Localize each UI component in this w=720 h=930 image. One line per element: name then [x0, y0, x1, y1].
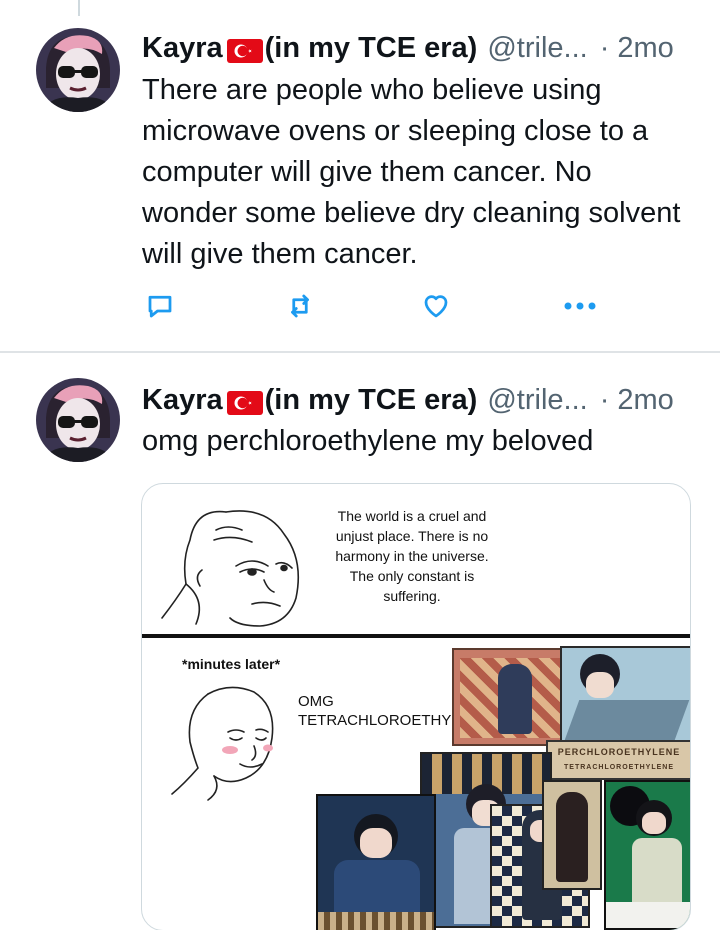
tweet-text: omg perchloroethylene my beloved [142, 425, 594, 457]
display-name[interactable]: Kayra (in my TCE era) [142, 382, 477, 418]
user-handle[interactable]: @trile... [487, 30, 587, 66]
collage-art-7 [604, 780, 690, 930]
turkey-flag-icon [226, 36, 263, 63]
tweet-media-image[interactable]: The world is a cruel and unjust place. T… [141, 483, 691, 930]
retweet-icon[interactable] [280, 286, 320, 326]
collage-art-4 [316, 794, 436, 930]
timestamp[interactable]: 2mo [617, 382, 673, 418]
meme-minutes-later: *minutes later* [182, 656, 281, 672]
avatar[interactable] [36, 378, 120, 462]
meme-divider [142, 634, 690, 638]
sad-wojak-drawing [161, 510, 300, 627]
collage-art-6 [542, 780, 602, 890]
like-icon[interactable] [416, 286, 456, 326]
avatar[interactable] [36, 28, 120, 112]
tweet-header: Kayra (in my TCE era) @trile... · 2mo [142, 382, 696, 418]
meme-top-caption: The world is a cruel and unjust place. T… [335, 508, 489, 604]
collage-art-2 [560, 646, 690, 750]
happy-wojak-drawing [171, 686, 274, 801]
tweet[interactable]: Kayra (in my TCE era) @trile... · 2mo om… [0, 353, 720, 930]
separator-dot: · [599, 384, 610, 416]
reply-icon[interactable] [140, 286, 180, 326]
tweet-header: Kayra (in my TCE era) @trile... · 2mo [142, 30, 696, 66]
more-icon[interactable] [560, 286, 600, 326]
separator-dot: · [599, 32, 610, 64]
tweet[interactable]: Kayra (in my TCE era) @trile... · 2mo Th… [0, 0, 720, 353]
tweet-actions [140, 286, 610, 326]
collage-art-banner: PERCHLOROETHYLENE TETRACHLOROETHYLENE [546, 740, 690, 780]
timestamp[interactable]: 2mo [617, 30, 673, 66]
turkey-flag-icon [226, 388, 263, 415]
user-handle[interactable]: @trile... [487, 382, 587, 418]
display-name[interactable]: Kayra (in my TCE era) [142, 30, 477, 66]
tweet-text: There are people who believe using micro… [142, 74, 681, 270]
